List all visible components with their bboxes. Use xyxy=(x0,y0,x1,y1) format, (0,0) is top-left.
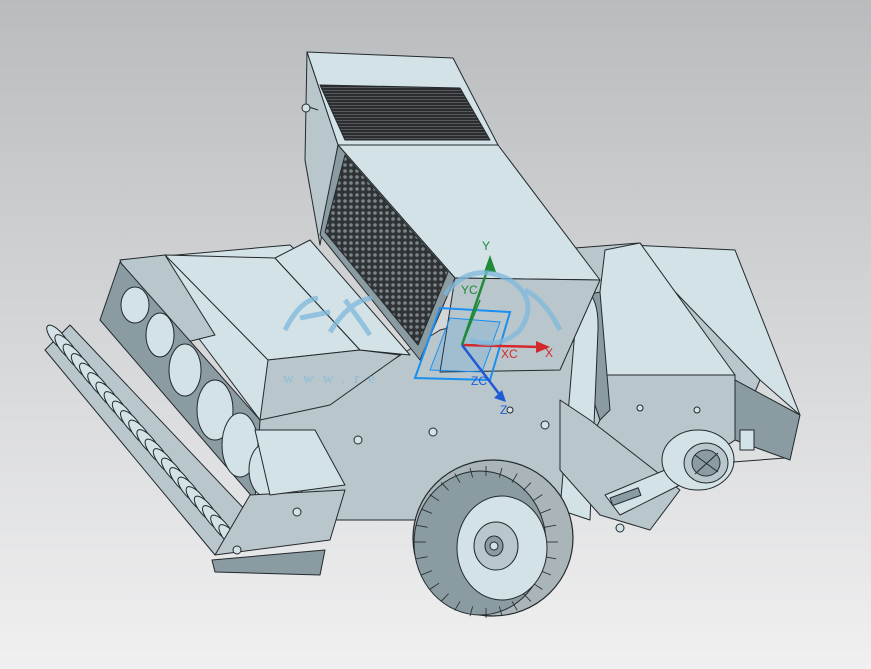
cad-model-view[interactable]: Y YC X XC Z ZC www.re xyxy=(0,0,871,669)
xc-label: XC xyxy=(501,347,518,361)
graphics-viewport[interactable]: Y YC X XC Z ZC www.re xyxy=(0,0,871,669)
watermark-url: www.re xyxy=(283,371,384,387)
x-label: X xyxy=(545,346,553,360)
wheel[interactable] xyxy=(412,459,574,618)
y-label: Y xyxy=(482,239,490,253)
yc-label: YC xyxy=(461,283,478,297)
zc-label: ZC xyxy=(471,374,487,388)
z-label: Z xyxy=(500,403,507,417)
